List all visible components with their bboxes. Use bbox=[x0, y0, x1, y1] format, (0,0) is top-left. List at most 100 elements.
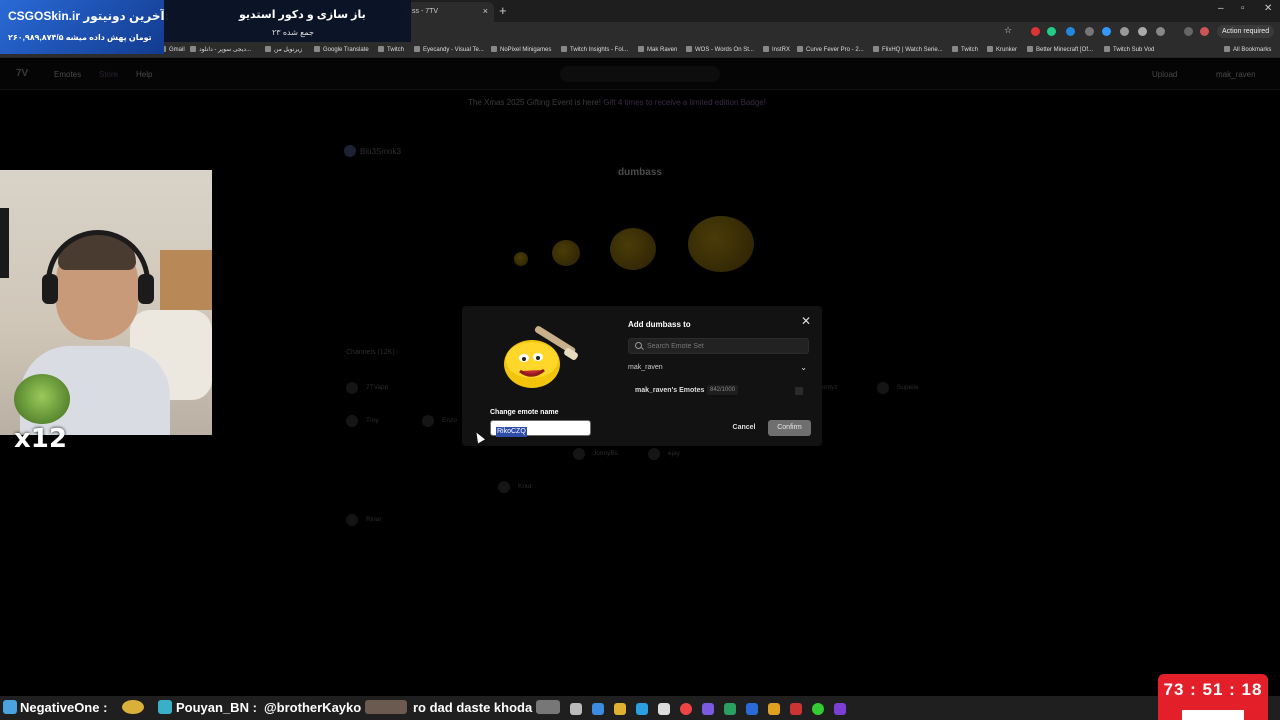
bookmark-item[interactable]: Eyecandy - Visual Te... bbox=[414, 46, 484, 53]
chat-ticker: NegativeOne : Pouyan_BN : @brotherKayko … bbox=[0, 697, 566, 719]
taskbar-app-icon[interactable] bbox=[614, 703, 626, 715]
site-logo-icon[interactable]: 7V bbox=[16, 68, 28, 79]
chat-username: NegativeOne : bbox=[20, 700, 108, 715]
channel-item[interactable]: Knut bbox=[497, 481, 531, 493]
tab-close-icon[interactable]: × bbox=[483, 6, 488, 16]
taskbar-app-icon[interactable] bbox=[592, 703, 604, 715]
chat-badge-icon bbox=[158, 700, 172, 714]
star-icon[interactable]: ☆ bbox=[1004, 25, 1013, 35]
bookmark-item[interactable]: Twitch bbox=[378, 46, 404, 53]
channel-item[interactable]: ejay bbox=[648, 448, 680, 460]
emote-preview-image bbox=[504, 326, 578, 388]
emote-set-row[interactable]: mak_raven's Emotes 842/1000 bbox=[630, 384, 808, 398]
goal-overlay: باز سازی و دکور استدیو ۲۳ جمع شده bbox=[164, 0, 411, 42]
minimize-icon[interactable]: – bbox=[1218, 3, 1224, 14]
sponsor-brand: CSGOSkin.ir آخرین دونیتور: bbox=[8, 9, 169, 23]
profile-icon[interactable] bbox=[1184, 27, 1193, 36]
owner-avatar bbox=[344, 145, 356, 157]
taskbar-app-icon[interactable] bbox=[570, 703, 582, 715]
all-bookmarks-button[interactable]: All Bookmarks bbox=[1224, 46, 1271, 53]
bookmark-item[interactable]: NoPixel Minigames bbox=[491, 46, 551, 53]
browser-tab-active[interactable]: ss - 7TV × bbox=[406, 2, 494, 22]
bookmark-item[interactable]: Mak Raven bbox=[638, 46, 677, 53]
extension-icon[interactable] bbox=[1047, 27, 1056, 36]
taskbar-app-icon[interactable] bbox=[724, 703, 736, 715]
dialog-title: Add dumbass to bbox=[628, 320, 691, 329]
bookmark-item[interactable]: زیرنویل من bbox=[265, 46, 302, 53]
channels-label: Channels (12K) bbox=[346, 349, 395, 356]
chat-message: ro dad daste khoda bbox=[413, 700, 533, 715]
tab-label: ss - 7TV bbox=[412, 8, 439, 15]
taskbar-app-icon[interactable] bbox=[658, 703, 670, 715]
bookmark-item[interactable]: Twitch Insights - Fol... bbox=[561, 46, 628, 53]
emote-icon bbox=[122, 700, 144, 714]
emote-icon bbox=[536, 700, 560, 714]
extension-icon[interactable] bbox=[1066, 27, 1075, 36]
channel-item[interactable]: Rinar bbox=[346, 514, 382, 526]
bookmark-item[interactable]: InstRX bbox=[763, 46, 790, 53]
bookmark-item[interactable]: Curve Fever Pro - 2... bbox=[797, 46, 864, 53]
new-tab-icon[interactable]: + bbox=[499, 3, 507, 18]
extension-icon[interactable] bbox=[1085, 27, 1094, 36]
site-search[interactable] bbox=[560, 66, 720, 82]
action-required-button[interactable]: Action required bbox=[1217, 25, 1275, 38]
search-input[interactable] bbox=[647, 339, 805, 353]
taskbar-app-icon[interactable] bbox=[702, 703, 714, 715]
channel-item[interactable]: ontyz bbox=[802, 382, 838, 394]
taskbar-app-icon[interactable] bbox=[746, 703, 758, 715]
bookmark-item[interactable]: Twitch Sub Vod bbox=[1104, 46, 1154, 53]
channel-item[interactable]: Enzo bbox=[422, 415, 457, 427]
owner-select-label: mak_raven bbox=[628, 364, 663, 371]
maximize-icon[interactable]: ▫ bbox=[1241, 3, 1245, 14]
timer-value: 73 : 51 : 18 bbox=[1163, 680, 1263, 699]
nav-store[interactable]: Store bbox=[99, 70, 118, 79]
cancel-button[interactable]: Cancel bbox=[729, 421, 759, 435]
chevron-down-icon[interactable]: ⌄ bbox=[800, 363, 807, 372]
emote-set-name: mak_raven's Emotes bbox=[635, 387, 705, 394]
bookmark-item[interactable]: FlixHQ | Watch Serie... bbox=[873, 46, 943, 53]
chrome-icon[interactable] bbox=[680, 703, 692, 715]
banner-text: The Xmas 2025 Gifting Event is here! bbox=[468, 98, 601, 107]
nav-emotes[interactable]: Emotes bbox=[54, 70, 81, 79]
bookmark-item[interactable]: Krunker bbox=[987, 46, 1017, 53]
puzzle-icon[interactable] bbox=[1156, 27, 1165, 36]
extension-icon[interactable] bbox=[1102, 27, 1111, 36]
nav-user[interactable]: mak_raven bbox=[1216, 70, 1256, 79]
bookmark-item[interactable]: Better Minecraft [Of... bbox=[1027, 46, 1093, 53]
extension-icon[interactable] bbox=[1138, 27, 1147, 36]
taskbar-app-icon[interactable] bbox=[834, 703, 846, 715]
emote-size-preview bbox=[610, 228, 656, 270]
profile-avatar-icon[interactable] bbox=[1200, 27, 1209, 36]
nav-help[interactable]: Help bbox=[136, 70, 152, 79]
taskbar-app-icon[interactable] bbox=[768, 703, 780, 715]
owner-select[interactable]: mak_raven ⌄ bbox=[628, 363, 809, 375]
channel-item[interactable]: JonnyBs bbox=[573, 448, 618, 460]
taskbar-app-icon[interactable] bbox=[636, 703, 648, 715]
search-icon bbox=[635, 342, 642, 349]
goal-title: باز سازی و دکور استدیو bbox=[239, 9, 366, 21]
confirm-button[interactable]: Confirm bbox=[768, 420, 811, 436]
taskbar-app-icon[interactable] bbox=[790, 703, 802, 715]
window-close-icon[interactable]: ✕ bbox=[1264, 3, 1272, 14]
taskbar-app-icon[interactable] bbox=[812, 703, 824, 715]
combo-counter: x12 bbox=[14, 424, 67, 454]
banner-link[interactable]: Gift 4 times to receive a limited editio… bbox=[603, 98, 766, 107]
goal-sub: ۲۳ جمع شده bbox=[272, 28, 314, 37]
extension-icon[interactable] bbox=[1031, 27, 1040, 36]
rename-label: Change emote name bbox=[490, 409, 559, 416]
channel-item[interactable]: Supelle bbox=[877, 382, 919, 394]
nav-upload[interactable]: Upload bbox=[1152, 70, 1177, 79]
extension-icon[interactable] bbox=[1120, 27, 1129, 36]
channel-item[interactable]: Troy bbox=[346, 415, 379, 427]
emote-owner[interactable]: Blu3Smok3 bbox=[360, 147, 401, 156]
emote-name-input[interactable]: RikoCZQ bbox=[490, 420, 591, 437]
bookmark-item[interactable]: Google Translate bbox=[314, 46, 369, 53]
emote-set-search[interactable] bbox=[628, 338, 809, 354]
bookmark-item[interactable]: دیجی سوپر - دانلود... bbox=[190, 46, 251, 53]
chat-username: Pouyan_BN : bbox=[176, 700, 257, 715]
close-icon[interactable]: ✕ bbox=[801, 314, 811, 328]
bookmark-item[interactable]: Twitch bbox=[952, 46, 978, 53]
channel-item[interactable]: 7TVapp bbox=[345, 382, 388, 394]
emote-set-checkbox[interactable] bbox=[795, 387, 803, 395]
bookmark-item[interactable]: WOS - Words On St... bbox=[686, 46, 754, 53]
